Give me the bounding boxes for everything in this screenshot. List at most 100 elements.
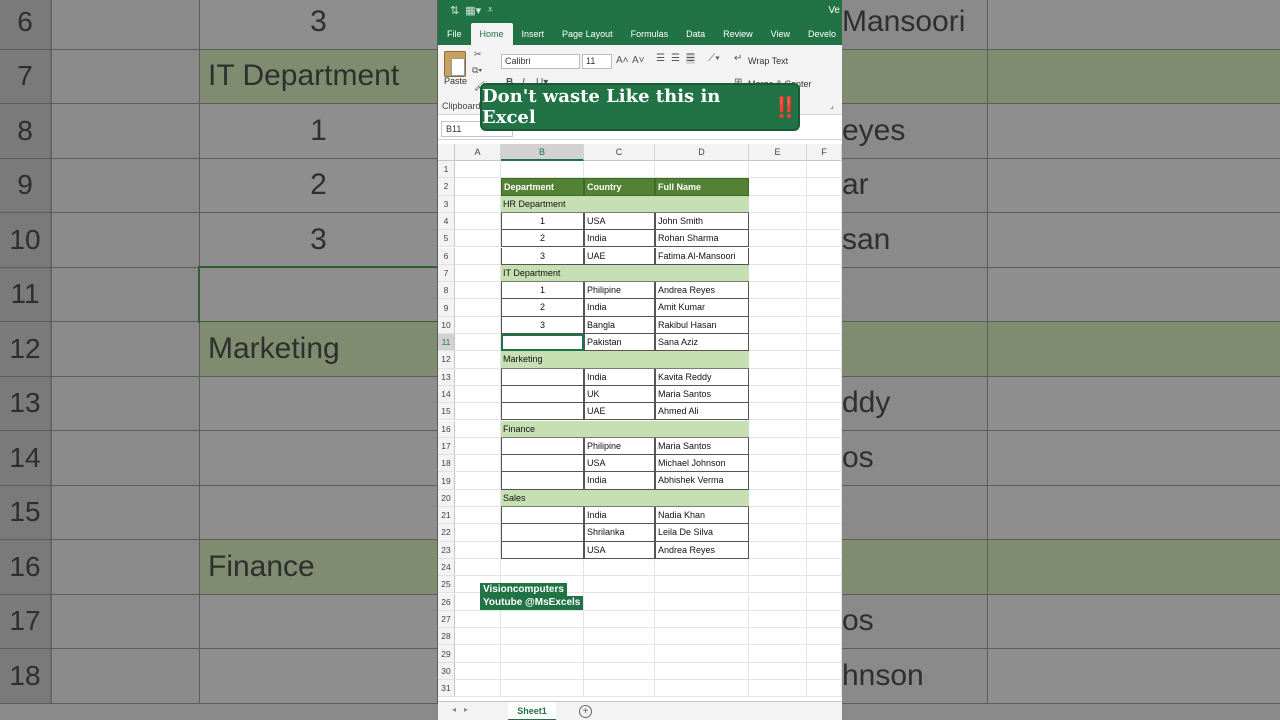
cell-full-name[interactable]: Kavita Reddy: [655, 368, 749, 386]
row-header-29[interactable]: 29: [438, 645, 455, 663]
cell-empty[interactable]: [584, 680, 655, 698]
cell-f1[interactable]: [807, 161, 842, 179]
cell-a23[interactable]: [455, 541, 501, 559]
table-icon[interactable]: ▦▾: [465, 4, 481, 17]
department-group-row[interactable]: Marketing: [501, 351, 749, 369]
row-header-24[interactable]: 24: [438, 558, 455, 577]
tab-view[interactable]: View: [762, 23, 799, 45]
cell-empty[interactable]: [655, 680, 749, 698]
cell-empty[interactable]: [655, 628, 749, 646]
row-header-7[interactable]: 7: [438, 264, 455, 283]
row-header-19[interactable]: 19: [438, 472, 455, 490]
cell-number[interactable]: 3: [501, 316, 584, 334]
tab-home[interactable]: Home: [470, 23, 513, 45]
row-header-8[interactable]: 8: [438, 282, 455, 300]
cell-e26[interactable]: [749, 593, 807, 611]
cell-empty[interactable]: [584, 645, 655, 663]
cell-e29[interactable]: [749, 645, 807, 663]
cell-a17[interactable]: [455, 437, 501, 456]
cell-f2[interactable]: [807, 178, 842, 196]
tab-review[interactable]: Review: [714, 23, 762, 45]
cell-f12[interactable]: [807, 351, 842, 369]
cell-f15[interactable]: [807, 403, 842, 421]
cell-f4[interactable]: [807, 212, 842, 231]
cell-e19[interactable]: [749, 472, 807, 490]
cell-country[interactable]: Philipine: [584, 282, 655, 300]
cell-a2[interactable]: [455, 178, 501, 196]
cell-number[interactable]: [501, 403, 584, 421]
cell-country[interactable]: USA: [584, 212, 655, 231]
cell-a10[interactable]: [455, 316, 501, 334]
row-header-14[interactable]: 14: [438, 385, 455, 404]
row-header-9[interactable]: 9: [438, 299, 455, 317]
cut-icon[interactable]: ✂: [474, 49, 482, 60]
cell-f22[interactable]: [807, 524, 842, 542]
cell-e15[interactable]: [749, 403, 807, 421]
cell-f31[interactable]: [807, 680, 842, 698]
tab-file[interactable]: File: [438, 23, 471, 45]
cell-a27[interactable]: [455, 610, 501, 629]
row-header-13[interactable]: 13: [438, 368, 455, 386]
cell-empty[interactable]: [584, 610, 655, 629]
department-group-row[interactable]: HR Department: [501, 195, 749, 213]
cell-country[interactable]: India: [584, 507, 655, 525]
cell-e1[interactable]: [749, 161, 807, 179]
cell-full-name[interactable]: Andrea Reyes: [655, 541, 749, 559]
font-size-select[interactable]: 11: [582, 54, 612, 69]
cell-country[interactable]: India: [584, 299, 655, 317]
cell-a22[interactable]: [455, 524, 501, 542]
cell-e28[interactable]: [749, 628, 807, 646]
cell-f27[interactable]: [807, 610, 842, 629]
cell-empty[interactable]: [655, 645, 749, 663]
tab-data[interactable]: Data: [677, 23, 714, 45]
row-header-30[interactable]: 30: [438, 662, 455, 680]
table-header-country[interactable]: Country: [584, 178, 655, 196]
cell-a12[interactable]: [455, 351, 501, 369]
cell-country[interactable]: UAE: [584, 403, 655, 421]
row-header-6[interactable]: 6: [438, 247, 455, 265]
column-header-d[interactable]: D: [655, 144, 749, 161]
cell-empty[interactable]: [584, 161, 655, 179]
cell-empty[interactable]: [655, 558, 749, 577]
cell-empty[interactable]: [584, 593, 655, 611]
cell-e23[interactable]: [749, 541, 807, 559]
cell-e7[interactable]: [749, 264, 807, 283]
cell-e2[interactable]: [749, 178, 807, 196]
cell-a20[interactable]: [455, 489, 501, 507]
row-header-3[interactable]: 3: [438, 195, 455, 213]
row-header-12[interactable]: 12: [438, 351, 455, 369]
cell-country[interactable]: India: [584, 368, 655, 386]
align-bottom-icon[interactable]: ☰: [686, 53, 695, 64]
department-group-row[interactable]: Sales: [501, 489, 749, 507]
cell-a6[interactable]: [455, 247, 501, 265]
cell-e10[interactable]: [749, 316, 807, 334]
cell-empty[interactable]: [584, 576, 655, 594]
cell-a15[interactable]: [455, 403, 501, 421]
wrap-text-button[interactable]: Wrap Text: [748, 56, 788, 66]
cell-number[interactable]: 2: [501, 299, 584, 317]
cell-e24[interactable]: [749, 558, 807, 577]
cell-e14[interactable]: [749, 385, 807, 404]
sheet-nav-arrows-icon[interactable]: ◂▸: [452, 705, 476, 714]
sheet-tab-sheet1[interactable]: Sheet1: [508, 702, 556, 720]
row-header-20[interactable]: 20: [438, 489, 455, 507]
cell-empty[interactable]: [584, 628, 655, 646]
cell-e20[interactable]: [749, 489, 807, 507]
cell-f8[interactable]: [807, 282, 842, 300]
column-header-a[interactable]: A: [455, 144, 501, 161]
row-header-15[interactable]: 15: [438, 403, 455, 421]
decrease-font-icon[interactable]: A˅: [632, 55, 645, 66]
cell-e11[interactable]: [749, 334, 807, 352]
table-header-department[interactable]: Department: [501, 178, 584, 196]
cell-number[interactable]: 3: [501, 247, 584, 265]
cell-empty[interactable]: [655, 576, 749, 594]
cell-a18[interactable]: [455, 455, 501, 473]
cell-e22[interactable]: [749, 524, 807, 542]
row-header-31[interactable]: 31: [438, 680, 455, 698]
row-header-21[interactable]: 21: [438, 507, 455, 525]
cell-e25[interactable]: [749, 576, 807, 594]
cell-a4[interactable]: [455, 212, 501, 231]
tab-insert[interactable]: Insert: [513, 23, 554, 45]
cell-f30[interactable]: [807, 662, 842, 680]
cell-country[interactable]: USA: [584, 455, 655, 473]
